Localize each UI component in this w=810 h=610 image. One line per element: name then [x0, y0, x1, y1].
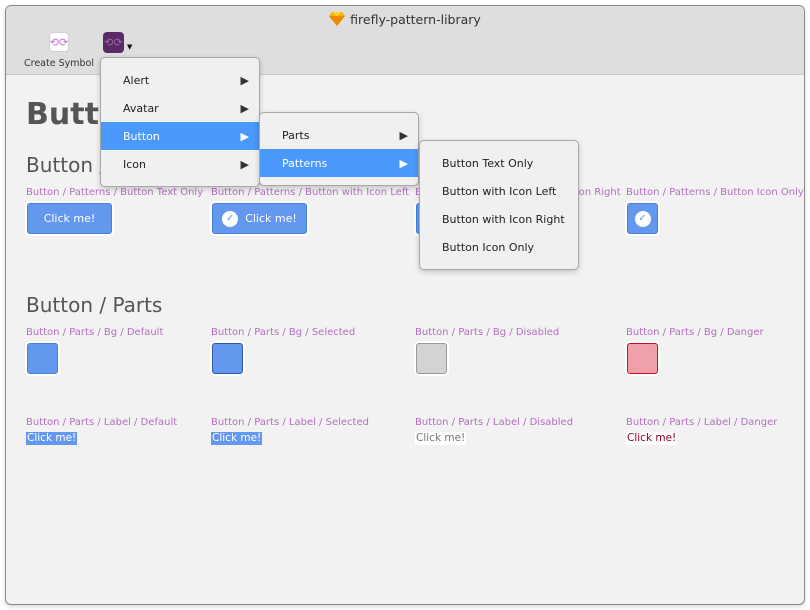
caption-bg-selected: Button / Parts / Bg / Selected [211, 327, 356, 338]
swatch-bg-selected[interactable] [212, 343, 243, 374]
chevron-down-icon[interactable]: ▼ [127, 43, 132, 51]
submenu-arrow-icon: ▶ [240, 129, 249, 143]
swatch-bg-default[interactable] [27, 343, 58, 374]
button-label: Click me! [245, 212, 297, 225]
caption-bg-default: Button / Parts / Bg / Default [26, 327, 164, 338]
menu-item-icon[interactable]: Icon ▶ [101, 150, 259, 178]
menu-item-patterns[interactable]: Patterns ▶ [260, 149, 418, 177]
caption-label-selected: Button / Parts / Label / Selected [211, 417, 369, 428]
checkmark-icon: ✓ [634, 210, 651, 227]
menu-item-label: Button with Icon Left [442, 184, 557, 198]
submenu-arrow-icon: ▶ [240, 73, 249, 87]
menu-item-button-icon-only[interactable]: Button Icon Only [420, 233, 578, 261]
menu-item-label: Patterns [282, 156, 328, 170]
caption-button-icon-left: Button / Patterns / Button with Icon Lef… [211, 187, 410, 198]
create-symbol-label: Create Symbol [24, 58, 94, 69]
menu-item-alert[interactable]: Alert ▶ [101, 66, 259, 94]
caption-button-icon-only: Button / Patterns / Button Icon Only [626, 187, 804, 198]
submenu-arrow-icon: ▶ [399, 156, 408, 170]
menu-item-label: Button with Icon Right [442, 212, 565, 226]
create-symbol-button[interactable]: ⟲⟳ Create Symbol [24, 32, 94, 69]
button-text-only[interactable]: Click me! [27, 203, 112, 234]
checkmark-icon: ✓ [222, 210, 239, 227]
window-title-text: firefly-pattern-library [350, 12, 481, 27]
menu-item-button-icon-left[interactable]: Button with Icon Left [420, 177, 578, 205]
label-danger[interactable]: Click me! [626, 432, 678, 445]
swatch-bg-disabled[interactable] [416, 343, 447, 374]
label-default[interactable]: Click me! [26, 432, 78, 445]
caption-bg-disabled: Button / Parts / Bg / Disabled [415, 327, 560, 338]
caption-label-danger: Button / Parts / Label / Danger [626, 417, 778, 428]
menu-item-label: Parts [282, 128, 310, 142]
symbol-icon: ⟲⟳ [103, 32, 124, 53]
insert-symbol-dropdown[interactable]: ⟲⟳ ▼ [103, 32, 132, 53]
menu-item-button[interactable]: Button ▶ [101, 122, 259, 150]
menu-item-button-text-only[interactable]: Button Text Only [420, 149, 578, 177]
button-icon-left[interactable]: ✓ Click me! [212, 203, 307, 234]
caption-button-text-only: Button / Patterns / Button Text Only [26, 187, 204, 198]
menu-item-label: Alert [123, 73, 150, 87]
swatch-bg-danger[interactable] [627, 343, 658, 374]
submenu-arrow-icon: ▶ [240, 101, 249, 115]
menu-item-avatar[interactable]: Avatar ▶ [101, 94, 259, 122]
menu-item-label: Button Text Only [442, 156, 534, 170]
menu-item-button-icon-right[interactable]: Button with Icon Right [420, 205, 578, 233]
window-title: firefly-pattern-library [6, 12, 804, 27]
menu-item-label: Avatar [123, 101, 159, 115]
button-label: Click me! [43, 212, 96, 225]
patterns-submenu: Button Text Only Button with Icon Left B… [419, 140, 579, 270]
symbols-menu: Alert ▶ Avatar ▶ Button ▶ Icon ▶ [100, 57, 260, 187]
create-symbol-icon: ⟲⟳ [49, 32, 69, 52]
caption-label-default: Button / Parts / Label / Default [26, 417, 178, 428]
button-icon-only[interactable]: ✓ [627, 203, 658, 234]
submenu-arrow-icon: ▶ [399, 128, 408, 142]
caption-label-disabled: Button / Parts / Label / Disabled [415, 417, 574, 428]
menu-item-label: Button Icon Only [442, 240, 535, 254]
menu-item-label: Button [123, 129, 160, 143]
caption-bg-danger: Button / Parts / Bg / Danger [626, 327, 764, 338]
button-submenu: Parts ▶ Patterns ▶ [259, 112, 419, 186]
menu-item-label: Icon [123, 157, 146, 171]
label-selected[interactable]: Click me! [211, 432, 263, 445]
label-disabled[interactable]: Click me! [415, 432, 467, 445]
submenu-arrow-icon: ▶ [240, 157, 249, 171]
section-title-parts: Button / Parts [26, 293, 163, 317]
sketch-diamond-icon [329, 12, 346, 26]
menu-item-parts[interactable]: Parts ▶ [260, 121, 418, 149]
